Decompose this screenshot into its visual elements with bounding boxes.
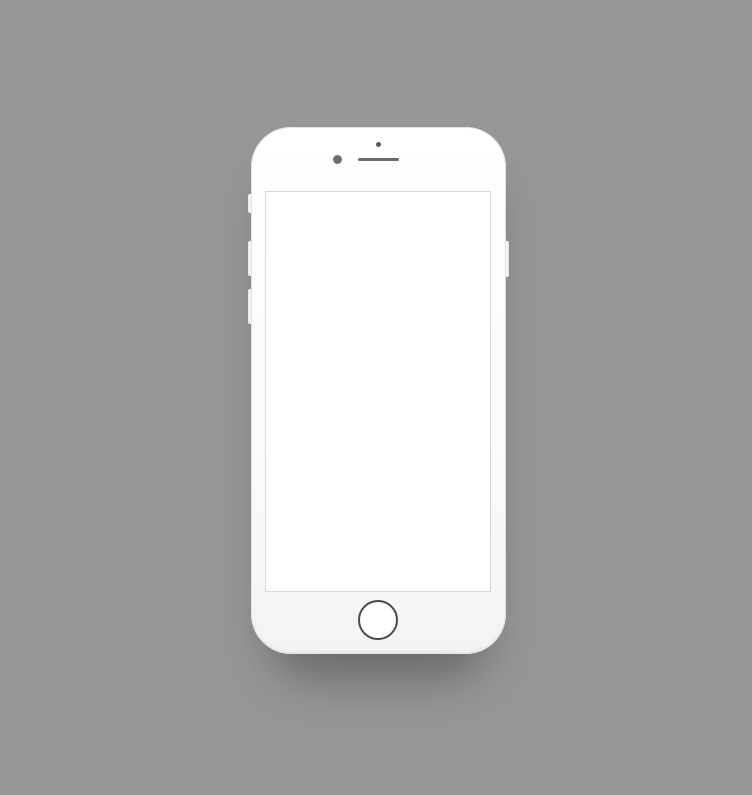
earpiece-icon bbox=[358, 158, 399, 161]
front-camera-icon bbox=[333, 155, 342, 164]
mockup-stage bbox=[0, 0, 752, 795]
home-button[interactable] bbox=[358, 600, 398, 640]
proximity-sensor bbox=[376, 142, 381, 147]
phone-screen[interactable] bbox=[265, 191, 491, 592]
